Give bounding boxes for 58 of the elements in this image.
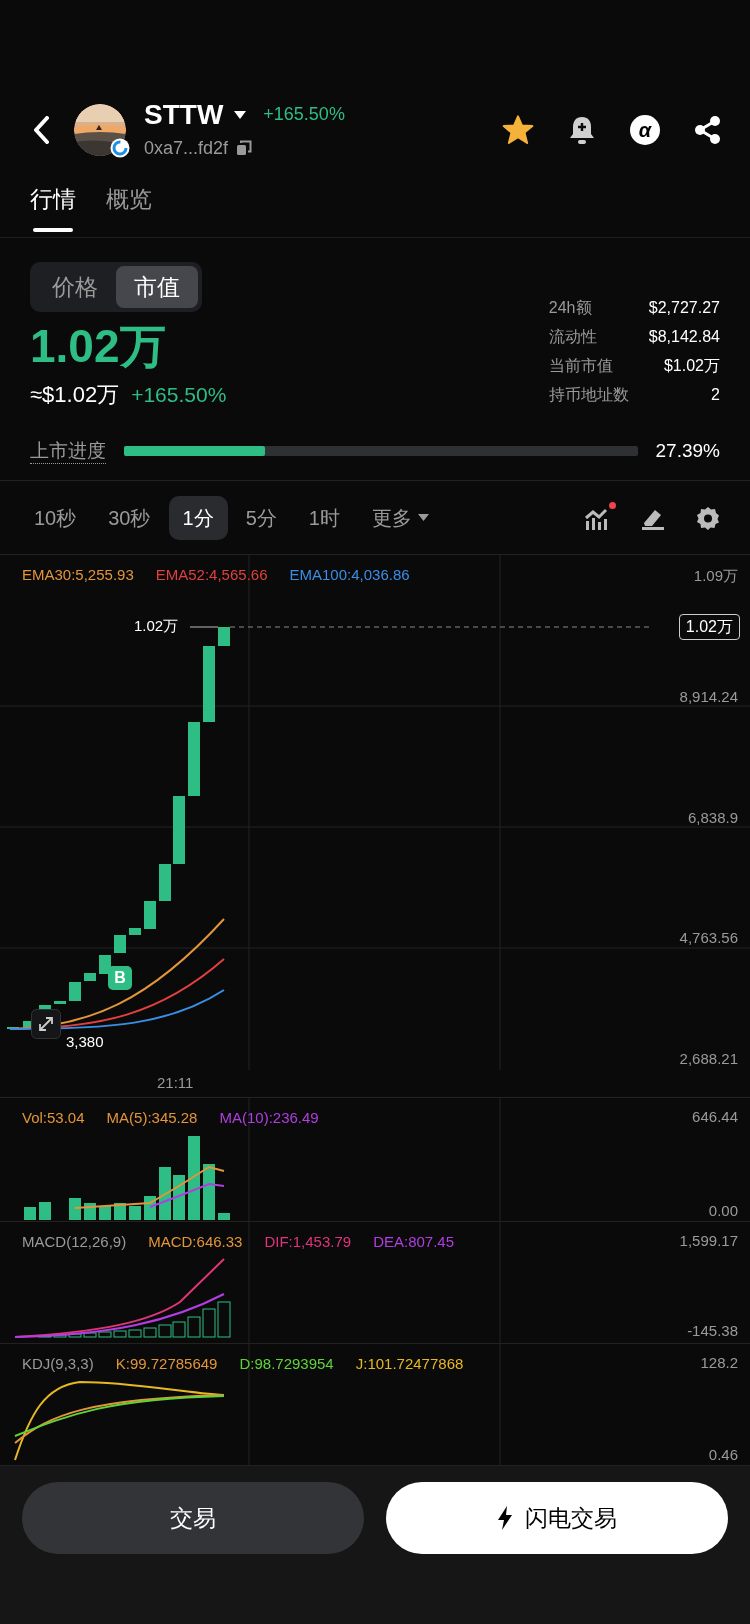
alpha-button[interactable]: α xyxy=(630,115,660,145)
interval-tab[interactable]: 10秒 xyxy=(20,495,91,540)
tab[interactable]: 概览 xyxy=(106,184,152,232)
listing-progress-label: 上市进度 xyxy=(30,438,106,464)
indicator-legend: MACD:646.33 xyxy=(148,1232,243,1252)
axis-label: 646.44 xyxy=(692,1108,738,1126)
axis-label: 2,688.21 xyxy=(679,1050,738,1068)
indicator-legend: EMA30:5,255.93 xyxy=(22,565,134,585)
stat-value: $2,727.27 xyxy=(648,298,720,318)
stat-label: 流动性 xyxy=(548,327,598,347)
stat-label: 持币地址数 xyxy=(548,385,629,405)
indicator-legend: KDJ(9,3,3) xyxy=(22,1354,94,1374)
last-price-tag: 1.02万 xyxy=(678,614,740,640)
contract-address: 0xa7...fd2f xyxy=(144,136,229,160)
value-change: +165.50% xyxy=(131,381,227,408)
axis-label: 1.09万 xyxy=(693,567,738,585)
axis-label: 128.2 xyxy=(700,1354,738,1372)
indicator-legend: EMA52:4,565.66 xyxy=(155,565,268,585)
stat-label: 当前市值 xyxy=(548,356,614,376)
interval-tab[interactable]: 30秒 xyxy=(94,495,165,540)
axis-label: -145.38 xyxy=(687,1322,738,1340)
indicator-legend: Vol:53.04 xyxy=(22,1108,85,1128)
tab[interactable]: 行情 xyxy=(30,184,76,232)
price-change: +165.50% xyxy=(263,103,345,126)
indicator-legend: DEA:807.45 xyxy=(373,1232,455,1252)
progress-reading: 27.39% xyxy=(655,439,720,463)
buy-marker: B xyxy=(108,966,132,990)
indicator-legend: DIF:1,453.79 xyxy=(264,1232,352,1252)
indicator-legend: D:98.7293954 xyxy=(239,1354,334,1374)
high-price-label: 1.02万 xyxy=(134,617,179,635)
stat-value: 2 xyxy=(710,385,720,405)
time-axis-label: 21:11 xyxy=(157,1073,194,1093)
indicator-legend: MA(10):236.49 xyxy=(219,1108,319,1128)
interval-tab[interactable]: 1时 xyxy=(294,495,354,540)
mode-toggle-option[interactable]: 市值 xyxy=(116,266,198,308)
interval-tab[interactable]: 5分 xyxy=(231,495,291,540)
indicator-legend: EMA100:4,036.86 xyxy=(289,565,410,585)
indicator-legend: MA(5):345.28 xyxy=(106,1108,198,1128)
axis-label: 4,763.56 xyxy=(679,929,738,947)
mode-toggle-option[interactable]: 价格 xyxy=(34,266,116,308)
axis-label: 0.46 xyxy=(708,1446,738,1464)
interval-tab[interactable]: 1分 xyxy=(168,495,228,540)
interval-tab[interactable]: 更多 xyxy=(357,495,443,540)
indicator-legend: MACD(12,26,9) xyxy=(22,1232,127,1252)
axis-label: 8,914.24 xyxy=(679,688,738,706)
market-value: 1.02万 xyxy=(30,319,167,374)
axis-label: 1,599.17 xyxy=(679,1232,738,1250)
trade-button[interactable]: 交易 xyxy=(22,1482,364,1554)
stat-label: 24h额 xyxy=(548,298,593,318)
token-name: STTW xyxy=(144,98,224,131)
usd-value: ≈$1.02万 xyxy=(30,381,120,409)
axis-label: 6,838.9 xyxy=(687,809,738,827)
stat-value: $8,142.84 xyxy=(648,327,720,347)
indicator-legend: J:101.72477868 xyxy=(355,1354,464,1374)
indicator-legend: K:99.72785649 xyxy=(115,1354,218,1374)
flash-trade-button[interactable]: 闪电交易 xyxy=(386,1482,728,1554)
axis-label: 0.00 xyxy=(708,1202,738,1220)
stat-value: $1.02万 xyxy=(662,356,720,376)
